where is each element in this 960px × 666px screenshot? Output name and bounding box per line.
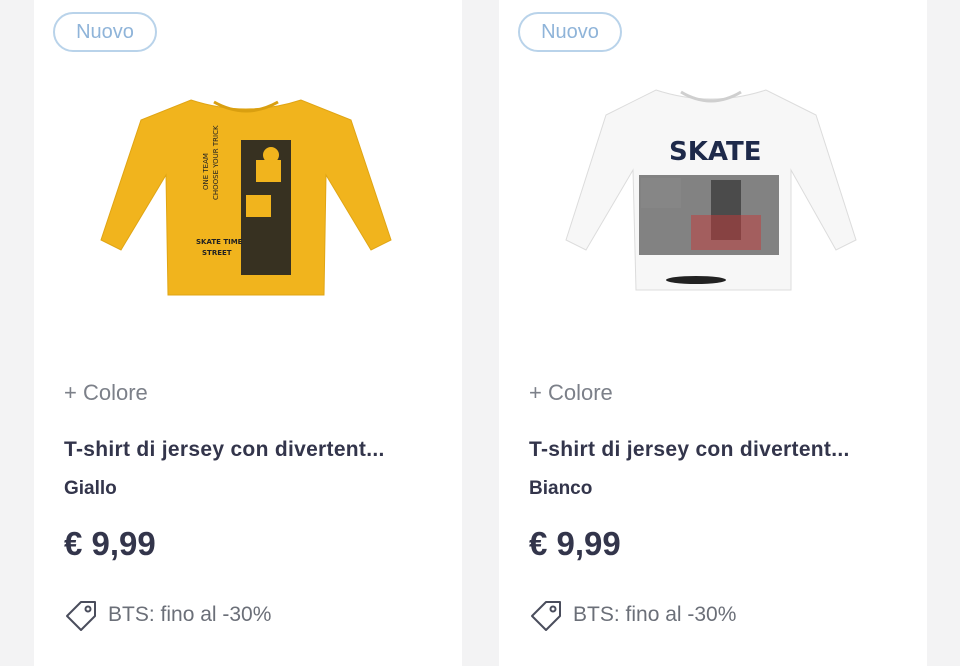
product-title[interactable]: T-shirt di jersey con divertent... (64, 438, 444, 462)
new-badge: Nuovo (53, 12, 157, 52)
promo-text: BTS: fino al -30% (573, 603, 737, 626)
product-image-white-shirt[interactable]: SKATE (561, 80, 861, 305)
product-card[interactable]: Nuovo ONE TEAM CHOOSE YOUR TRICK SKATE T… (34, 0, 462, 666)
product-grid: Nuovo ONE TEAM CHOOSE YOUR TRICK SKATE T… (0, 0, 960, 666)
price-tag-icon (66, 601, 96, 631)
svg-text:SKATE: SKATE (669, 137, 761, 167)
product-image-yellow-shirt[interactable]: ONE TEAM CHOOSE YOUR TRICK SKATE TIME ST… (96, 80, 396, 305)
more-colors-link[interactable]: + Colore (529, 380, 613, 406)
more-colors-link[interactable]: + Colore (64, 380, 148, 406)
price-tag-icon (531, 601, 561, 631)
svg-text:STREET: STREET (202, 249, 232, 257)
svg-text:SKATE TIME: SKATE TIME (196, 238, 243, 246)
svg-text:CHOOSE YOUR TRICK: CHOOSE YOUR TRICK (212, 125, 220, 200)
new-badge: Nuovo (518, 12, 622, 52)
product-color: Bianco (529, 478, 593, 499)
product-price: € 9,99 (529, 525, 621, 562)
product-color: Giallo (64, 478, 117, 499)
promo-row: BTS: fino al -30% (529, 598, 736, 632)
product-card[interactable]: Nuovo SKATE + Colore T-shirt di jersey c… (499, 0, 927, 666)
product-title[interactable]: T-shirt di jersey con divertent... (529, 438, 909, 462)
promo-text: BTS: fino al -30% (108, 603, 272, 626)
promo-row: BTS: fino al -30% (64, 598, 271, 632)
svg-text:ONE TEAM: ONE TEAM (202, 153, 210, 190)
product-price: € 9,99 (64, 525, 156, 562)
